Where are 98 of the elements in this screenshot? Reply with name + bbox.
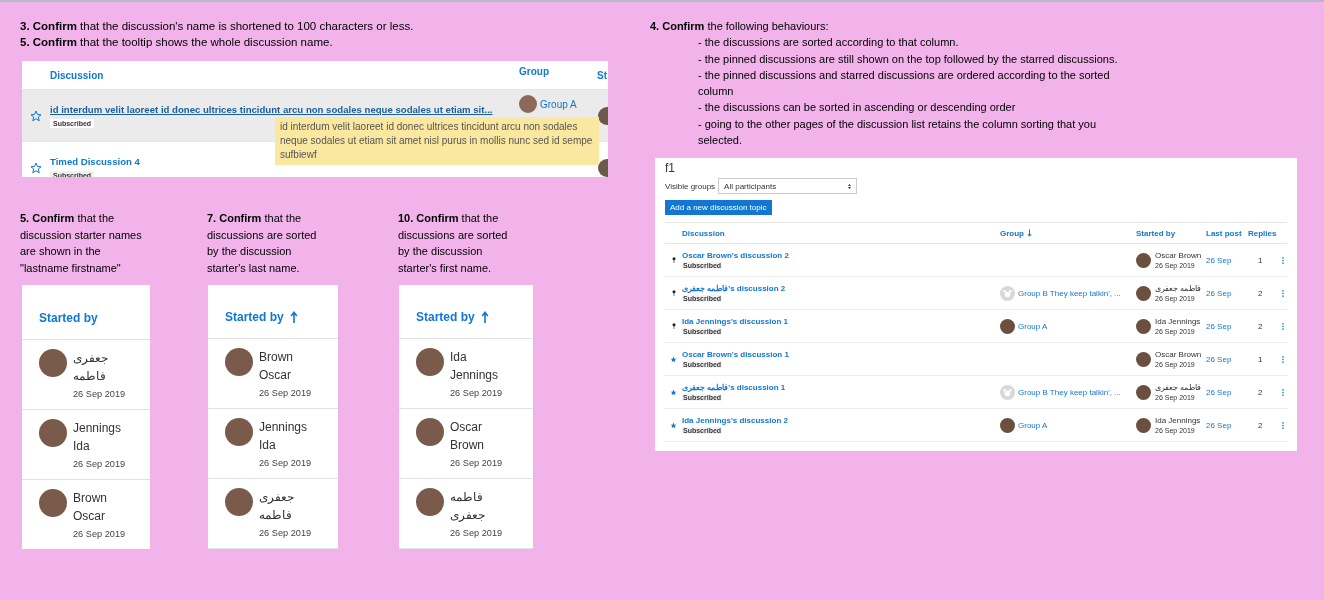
starter-name: جعفری فاطمه	[259, 489, 295, 524]
user-avatar	[1136, 252, 1151, 268]
star-icon[interactable]	[670, 388, 677, 396]
user-avatar	[1136, 318, 1151, 334]
column-header[interactable]: Last post	[1206, 228, 1248, 238]
start-date: 26 Sep 2019	[259, 388, 313, 398]
user-avatar	[1136, 351, 1151, 367]
column-header[interactable]: Started by	[1136, 228, 1206, 238]
user-avatar	[416, 488, 444, 516]
starter-name: Ida Jennings	[450, 349, 500, 384]
last-post-link[interactable]: 26 Sep	[1206, 321, 1248, 331]
instruction-text: 10. Confirm that the discussions are sorted by the discussion starter's first name.	[398, 211, 509, 276]
replies-count: 2	[1257, 321, 1264, 331]
start-date: 26 Sep 2019	[73, 389, 127, 399]
discussion-link[interactable]: Ida Jennings's discussion 1	[682, 317, 788, 327]
user-avatar	[416, 348, 444, 376]
column-header[interactable]: Started by	[39, 311, 98, 325]
column-header[interactable]: Group	[519, 61, 597, 77]
discussion-link[interactable]: Oscar Brown's discussion 2	[682, 251, 789, 261]
instruction-text: 4. Confirm the following behaviours:	[650, 19, 830, 34]
discussion-link[interactable]: Timed Discussion 4	[50, 155, 140, 167]
tooltip: id interdum velit laoreet id donec ultrices tincidunt arcu non sodales neque sodales ut etiam sit amet nisl purus in mollis nunc sed id sempe sufbiewf	[275, 117, 599, 165]
instruction-text: - the pinned discussions are still shown on the top followed by the starred discussions.	[698, 51, 1119, 67]
start-date: 26 Sep 2019	[73, 459, 127, 469]
add-topic-button[interactable]: Add a new discussion topic	[665, 200, 772, 216]
starter-name: Oscar Brown	[1155, 251, 1202, 261]
replies-count: 2	[1257, 387, 1264, 397]
column-header[interactable]: Group	[1000, 228, 1136, 238]
start-date: 26 Sep 2019	[450, 388, 504, 398]
group-link[interactable]: Group A	[1018, 420, 1048, 430]
starter-name: Ida Jennings	[1155, 317, 1201, 327]
column-header[interactable]: Started by	[416, 310, 489, 324]
column-header[interactable]: St	[597, 69, 608, 81]
replies-count: 2	[1257, 420, 1264, 430]
last-post-link[interactable]: 26 Sep	[1206, 420, 1248, 430]
starter-name: فاطمه جعفری	[1155, 383, 1202, 393]
field-label: Visible groups	[665, 181, 716, 191]
user-avatar	[1136, 384, 1151, 400]
last-post-link[interactable]: 26 Sep	[1206, 387, 1248, 397]
last-post-link[interactable]: 26 Sep	[1206, 288, 1248, 298]
user-avatar	[39, 489, 67, 517]
replies-count: 1	[1257, 255, 1264, 265]
discussion-link[interactable]: id interdum velit laoreet id donec ultrices tincidunt arcu non sodales neque sodales ut etiam sit...	[50, 103, 493, 115]
star-icon[interactable]	[670, 355, 677, 363]
discussion-link[interactable]: فاطمه جعفری's discussion 2	[682, 284, 786, 294]
star-icon[interactable]	[670, 421, 677, 429]
user-avatar	[39, 349, 67, 377]
instruction-text: - the discussions can be sorted in ascending or descending order	[698, 100, 1017, 116]
column-header[interactable]: Replies	[1248, 228, 1282, 238]
dropdown-caret-icon	[848, 183, 852, 189]
forum-title: f1	[665, 161, 676, 176]
column-header[interactable]: Started by	[225, 310, 298, 324]
starter-name: فاطمه جعفری	[1155, 284, 1202, 294]
column-header[interactable]: Discussion	[682, 228, 1000, 238]
replies-count: 1	[1257, 354, 1264, 364]
group-link[interactable]: Group A	[1018, 321, 1048, 331]
instruction-text: - the pinned discussions and starred discussions are ordered according to the sorted column	[698, 67, 1111, 100]
start-date: 26 Sep 2019	[259, 528, 313, 538]
user-avatar	[225, 488, 253, 516]
user-avatar	[225, 348, 253, 376]
instruction-text: 3. Confirm that the discussion's name is shortened to 100 characters or less.	[20, 19, 415, 34]
last-post-link[interactable]: 26 Sep	[1206, 255, 1248, 265]
groups-dropdown[interactable]: All participants	[718, 178, 858, 195]
replies-count: 2	[1257, 288, 1264, 298]
instruction-text: 5. Confirm that the tooltip shows the whole discussion name.	[20, 35, 334, 50]
starter-name: Jennings Ida	[73, 420, 123, 455]
user-avatar	[1136, 417, 1151, 433]
instruction-text: 7. Confirm that the discussions are sorted by the discussion starter's last name.	[207, 211, 318, 276]
instruction-text: - the discussions are sorted according to that column.	[698, 35, 960, 51]
start-date: 26 Sep 2019	[450, 528, 504, 538]
starter-name: Brown Oscar	[73, 490, 108, 525]
starter-name: Oscar Brown	[1155, 350, 1202, 360]
starter-name: Oscar Brown	[450, 419, 485, 454]
starter-name: جعفری فاطمه	[73, 350, 109, 385]
starter-name: فاطمه جعفری	[450, 489, 486, 524]
discussion-link[interactable]: Ida Jennings's discussion 2	[682, 416, 788, 426]
discussion-link[interactable]: Oscar Brown's discussion 1	[682, 350, 789, 360]
starter-name: Jennings Ida	[259, 419, 309, 454]
start-date: 26 Sep 2019	[259, 458, 313, 468]
group-link[interactable]: Group B They keep talkin', ...	[1018, 288, 1121, 298]
instruction-text: - going to the other pages of the discussion list retains the column sorting that you selected.	[698, 116, 1098, 149]
star-icon[interactable]	[30, 161, 42, 174]
discussion-link[interactable]: فاطمه جعفری's discussion 1	[682, 383, 786, 393]
user-avatar	[416, 418, 444, 446]
star-icon[interactable]	[30, 109, 42, 122]
group-link[interactable]: Group B They keep talkin', ...	[1018, 387, 1121, 397]
starter-name: Brown Oscar	[259, 349, 294, 384]
group-avatar	[519, 95, 537, 113]
user-avatar	[39, 419, 67, 447]
start-date: 26 Sep 2019	[450, 458, 504, 468]
column-header[interactable]: Discussion	[50, 69, 519, 81]
user-avatar	[1136, 285, 1151, 301]
start-date: 26 Sep 2019	[73, 529, 127, 539]
user-avatar	[225, 418, 253, 446]
last-post-link[interactable]: 26 Sep	[1206, 354, 1248, 364]
instruction-text: 5. Confirm that the discussion starter names are shown in the "lastname firstname"	[20, 211, 143, 276]
starter-name: Ida Jennings	[1155, 416, 1201, 426]
group-link[interactable]: Group A	[540, 98, 577, 110]
